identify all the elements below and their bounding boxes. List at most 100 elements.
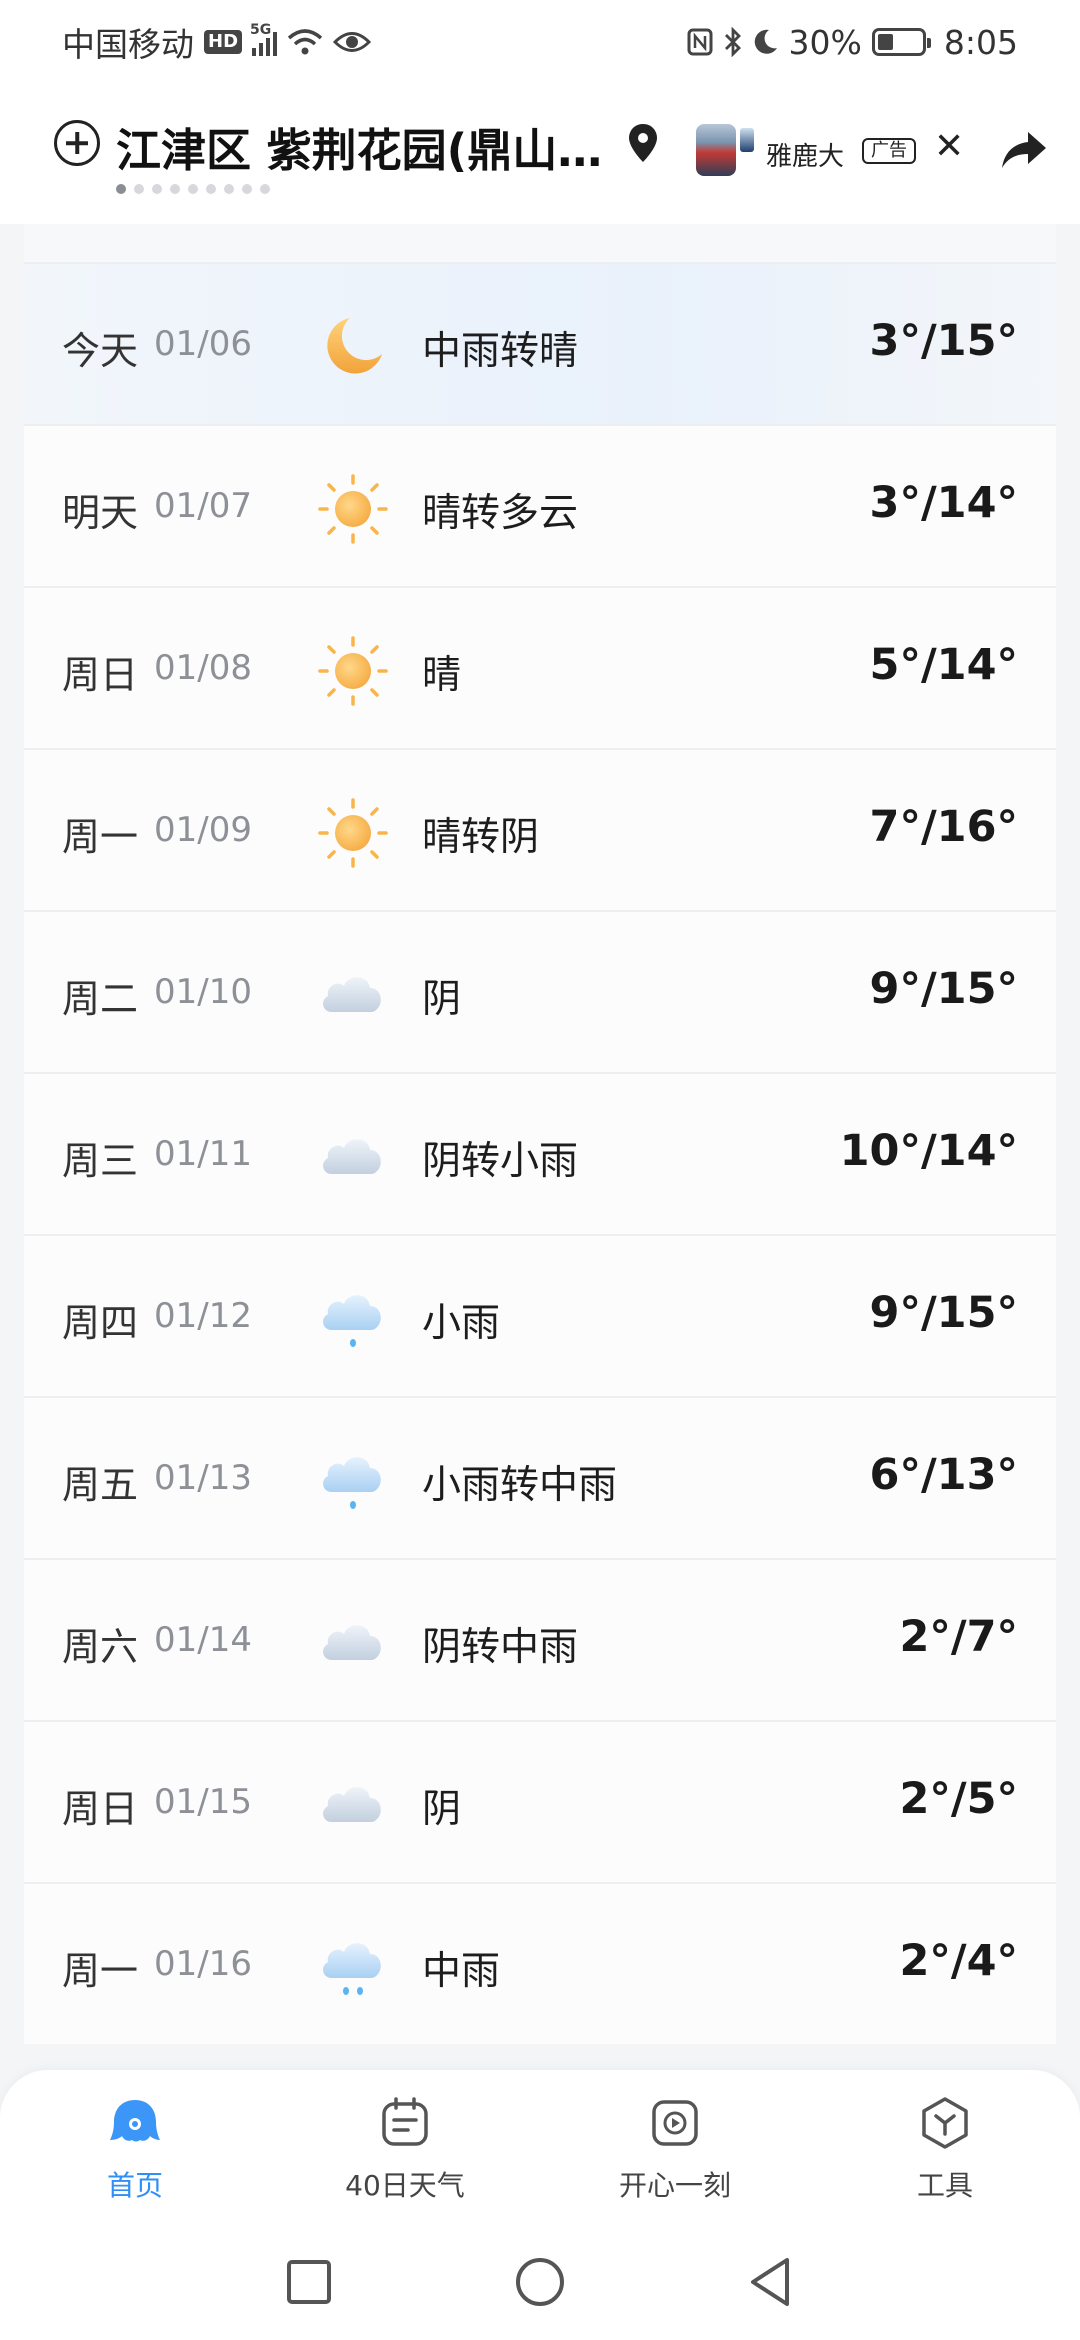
do-not-disturb-moon-icon	[754, 29, 777, 54]
nav-40-day-weather[interactable]: 40日天气	[270, 2070, 540, 2228]
eye-icon	[333, 32, 372, 52]
back-triangle-icon[interactable]	[741, 2252, 801, 2312]
sun-icon	[316, 634, 390, 708]
forecast-day: 周六	[62, 1625, 139, 1669]
moderate-rain-icon	[316, 1930, 390, 2004]
nav-40-day-label: 40日天气	[345, 2169, 465, 2202]
nav-happy-moment-label: 开心一刻	[618, 2169, 731, 2202]
list-top-divider	[24, 224, 1056, 264]
forecast-list: 今天 01/06 中雨转晴 3°/15° 明天 01/07 晴转多云 3°/14° 周日 01/0…	[24, 224, 1056, 2044]
wifi-icon	[287, 29, 323, 55]
forecast-day: 周三	[62, 1139, 139, 1183]
carrier-name: 中国移动	[62, 25, 194, 64]
forecast-day: 周日	[62, 653, 139, 697]
hd-badge: HD	[204, 30, 243, 54]
forecast-temperature: 10°/14°	[839, 1126, 1018, 1176]
status-left: 中国移动 HD 5G	[62, 18, 372, 66]
forecast-date: 01/16	[154, 1944, 252, 1984]
share-icon[interactable]	[1000, 128, 1048, 170]
forecast-date: 01/06	[154, 324, 252, 364]
forecast-row[interactable]: 周五 01/13 小雨转中雨 6°/13°	[24, 1398, 1056, 1560]
nav-tools-label: 工具	[916, 2169, 973, 2202]
add-city-button[interactable]	[54, 120, 100, 166]
nav-happy-moment[interactable]: 开心一刻	[540, 2070, 810, 2228]
cloud-icon	[316, 1606, 390, 1680]
forecast-temperature: 2°/5°	[899, 1774, 1018, 1824]
forecast-condition: 小雨	[422, 1301, 501, 1346]
forecast-condition: 中雨转晴	[422, 329, 579, 374]
cloud-icon	[316, 958, 390, 1032]
forecast-temperature: 9°/15°	[869, 1288, 1018, 1338]
forecast-date: 01/11	[154, 1134, 252, 1174]
forecast-date: 01/15	[154, 1782, 252, 1822]
city-page-indicator	[116, 184, 270, 194]
signal-icon: 5G	[250, 22, 278, 56]
forecast-day: 周五	[62, 1463, 139, 1507]
location-pin-icon	[629, 124, 657, 162]
forecast-day: 周一	[62, 815, 139, 859]
forecast-temperature: 6°/13°	[869, 1450, 1018, 1500]
forecast-date: 01/09	[154, 810, 252, 850]
forecast-row[interactable]: 周一 01/09 晴转阴 7°/16°	[24, 750, 1056, 912]
light-rain-icon	[316, 1282, 390, 1356]
sun-icon	[316, 796, 390, 870]
forecast-day: 今天	[62, 329, 139, 373]
status-right: 30% 8:05	[687, 23, 1018, 62]
forecast-temperature: 3°/15°	[869, 316, 1018, 366]
clock: 8:05	[943, 22, 1018, 62]
forecast-row[interactable]: 周六 01/14 阴转中雨 2°/7°	[24, 1560, 1056, 1722]
system-navigation-bar	[0, 2228, 1080, 2340]
home-octopus-icon	[110, 2100, 160, 2142]
forecast-condition: 晴转多云	[422, 491, 579, 536]
cloud-icon	[316, 1768, 390, 1842]
battery-percent: 30%	[788, 22, 862, 62]
forecast-condition: 阴转中雨	[422, 1625, 579, 1670]
ad-badge: 广告	[862, 138, 916, 164]
ad-close-button[interactable]: ✕	[934, 126, 964, 167]
battery-icon	[871, 28, 931, 56]
home-circle-icon[interactable]	[510, 2252, 570, 2312]
forecast-date: 01/12	[154, 1296, 252, 1336]
nav-tools[interactable]: 工具	[810, 2070, 1080, 2228]
nav-home-label: 首页	[106, 2169, 163, 2202]
status-bar: 中国移动 HD 5G 30% 8:05	[0, 0, 1080, 84]
bottom-navigation: 首页 40日天气 开心一刻 工具	[0, 2070, 1080, 2228]
forecast-condition: 晴	[422, 653, 462, 698]
forecast-condition: 阴	[422, 977, 462, 1022]
forecast-date: 01/10	[154, 972, 252, 1012]
forecast-day: 周二	[62, 977, 139, 1021]
nav-home[interactable]: 首页	[0, 2070, 270, 2228]
forecast-row[interactable]: 周一 01/16 中雨 2°/4°	[24, 1884, 1056, 2044]
location-title[interactable]: 江津区 紫荆花园(鼎山…	[116, 114, 616, 179]
forecast-row[interactable]: 周日 01/08 晴 5°/14°	[24, 588, 1056, 750]
forecast-day: 周日	[62, 1787, 139, 1831]
bluetooth-icon	[724, 27, 741, 57]
forecast-temperature: 7°/16°	[869, 802, 1018, 852]
forecast-temperature: 2°/4°	[899, 1936, 1018, 1986]
forecast-temperature: 3°/14°	[869, 478, 1018, 528]
network-type: 5G	[250, 22, 272, 38]
forecast-row[interactable]: 周四 01/12 小雨 9°/15°	[24, 1236, 1056, 1398]
recent-apps-square-icon[interactable]	[279, 2252, 339, 2312]
forecast-row[interactable]: 周日 01/15 阴 2°/5°	[24, 1722, 1056, 1884]
ad-brand-name[interactable]: 雅鹿大	[766, 136, 844, 173]
ad-logo	[740, 128, 754, 152]
forecast-condition: 小雨转中雨	[422, 1463, 618, 1508]
ad-thumbnail[interactable]	[696, 124, 736, 176]
calendar-icon	[382, 2097, 428, 2146]
forecast-condition: 阴	[422, 1787, 462, 1832]
forecast-day: 周四	[62, 1301, 139, 1345]
forecast-condition: 晴转阴	[422, 815, 540, 860]
forecast-row[interactable]: 周二 01/10 阴 9°/15°	[24, 912, 1056, 1074]
forecast-date: 01/07	[154, 486, 252, 526]
forecast-row[interactable]: 明天 01/07 晴转多云 3°/14°	[24, 426, 1056, 588]
forecast-temperature: 2°/7°	[899, 1612, 1018, 1662]
forecast-date: 01/13	[154, 1458, 252, 1498]
forecast-date: 01/14	[154, 1620, 252, 1660]
forecast-row[interactable]: 今天 01/06 中雨转晴 3°/15°	[24, 264, 1056, 426]
forecast-row[interactable]: 周三 01/11 阴转小雨 10°/14°	[24, 1074, 1056, 1236]
forecast-day: 周一	[62, 1949, 139, 1993]
forecast-condition: 中雨	[422, 1949, 501, 1994]
moon-icon	[316, 310, 390, 384]
cloud-icon	[316, 1120, 390, 1194]
